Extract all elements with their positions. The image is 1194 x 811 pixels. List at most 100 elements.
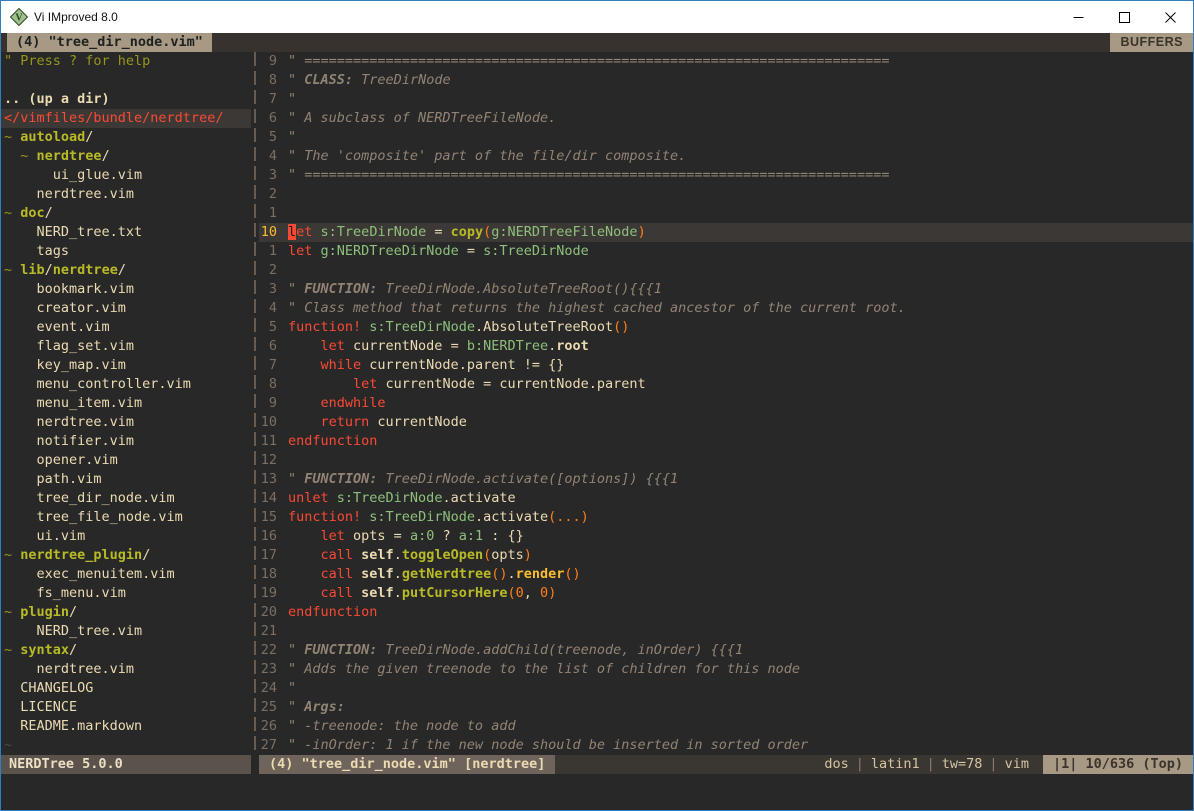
tree-row[interactable]: bookmark.vim xyxy=(1,280,251,299)
code-line[interactable]: 27" -inOrder: 1 if the new node should b… xyxy=(259,736,1193,755)
window-separator[interactable] xyxy=(251,52,259,755)
code-line[interactable]: 5" xyxy=(259,128,1193,147)
code-line[interactable]: 1let g:NERDTreeDirNode = s:TreeDirNode xyxy=(259,242,1193,261)
code-line[interactable]: 17 call self.toggleOpen(opts) xyxy=(259,546,1193,565)
code-line[interactable]: 8" CLASS: TreeDirNode xyxy=(259,71,1193,90)
code-line[interactable]: 5function! s:TreeDirNode.AbsoluteTreeRoo… xyxy=(259,318,1193,337)
code-line[interactable]: 4" Class method that returns the highest… xyxy=(259,299,1193,318)
code-line[interactable]: 14unlet s:TreeDirNode.activate xyxy=(259,489,1193,508)
code-text: call self.toggleOpen(opts) xyxy=(288,546,1193,565)
tree-row[interactable]: path.vim xyxy=(1,470,251,489)
code-line[interactable]: 9" =====================================… xyxy=(259,52,1193,71)
tree-row[interactable]: nerdtree.vim xyxy=(1,185,251,204)
tree-row[interactable]: event.vim xyxy=(1,318,251,337)
code-line[interactable]: 24" xyxy=(259,679,1193,698)
tree-row[interactable]: menu_item.vim xyxy=(1,394,251,413)
buffer-tabline: (4) "tree_dir_node.vim" BUFFERS xyxy=(1,33,1193,52)
close-button[interactable] xyxy=(1147,1,1193,33)
code-text: endwhile xyxy=(288,394,1193,413)
tree-row[interactable]: ui_glue.vim xyxy=(1,166,251,185)
code-line[interactable]: 19 call self.putCursorHere(0, 0) xyxy=(259,584,1193,603)
maximize-button[interactable] xyxy=(1101,1,1147,33)
tree-row[interactable]: key_map.vim xyxy=(1,356,251,375)
tree-row[interactable]: ~ lib/nerdtree/ xyxy=(1,261,251,280)
code-text: " -inOrder: 1 if the new node should be … xyxy=(288,736,1193,755)
code-line[interactable]: 12 xyxy=(259,451,1193,470)
tree-row[interactable]: nerdtree.vim xyxy=(1,660,251,679)
tree-row[interactable]: menu_controller.vim xyxy=(1,375,251,394)
code-text: " CLASS: TreeDirNode xyxy=(288,71,1193,90)
code-text: endfunction xyxy=(288,432,1193,451)
tree-row[interactable]: nerdtree.vim xyxy=(1,413,251,432)
tree-row[interactable]: fs_menu.vim xyxy=(1,584,251,603)
code-line[interactable]: 3" =====================================… xyxy=(259,166,1193,185)
tree-row[interactable]: NERD_tree.txt xyxy=(1,223,251,242)
code-text: call self.getNerdtree().render() xyxy=(288,565,1193,584)
tree-row[interactable]: ~ syntax/ xyxy=(1,641,251,660)
tree-row[interactable]: notifier.vim xyxy=(1,432,251,451)
code-line[interactable]: 25" Args: xyxy=(259,698,1193,717)
tree-row[interactable]: opener.vim xyxy=(1,451,251,470)
tree-row[interactable]: LICENCE xyxy=(1,698,251,717)
code-line[interactable]: 2 xyxy=(259,185,1193,204)
code-line[interactable]: 22" FUNCTION: TreeDirNode.addChild(treen… xyxy=(259,641,1193,660)
code-line[interactable]: 8 let currentNode = currentNode.parent xyxy=(259,375,1193,394)
vim-logo-icon: V xyxy=(10,8,28,26)
tree-row[interactable]: ~ plugin/ xyxy=(1,603,251,622)
tree-row[interactable]: ~ autoload/ xyxy=(1,128,251,147)
tree-row[interactable]: tags xyxy=(1,242,251,261)
command-line[interactable] xyxy=(1,774,1193,810)
tree-row[interactable] xyxy=(1,71,251,90)
tree-row[interactable]: creator.vim xyxy=(1,299,251,318)
statusline-filename: (4) "tree_dir_node.vim" [nerdtree] xyxy=(259,755,555,774)
code-line[interactable]: 15function! s:TreeDirNode.activate(...) xyxy=(259,508,1193,527)
code-line[interactable]: 9 endwhile xyxy=(259,394,1193,413)
tree-row[interactable]: tree_dir_node.vim xyxy=(1,489,251,508)
tree-row[interactable]: .. (up a dir) xyxy=(1,90,251,109)
code-line[interactable]: 6" A subclass of NERDTreeFileNode. xyxy=(259,109,1193,128)
code-line[interactable]: 3" FUNCTION: TreeDirNode.AbsoluteTreeRoo… xyxy=(259,280,1193,299)
line-number: 27 xyxy=(259,736,288,755)
tree-row[interactable]: ~ doc/ xyxy=(1,204,251,223)
tree-row[interactable]: NERD_tree.vim xyxy=(1,622,251,641)
svg-text:V: V xyxy=(15,13,23,24)
code-line[interactable]: 13" FUNCTION: TreeDirNode.activate([opti… xyxy=(259,470,1193,489)
tree-row[interactable]: README.markdown xyxy=(1,717,251,736)
code-line[interactable]: 7 while currentNode.parent != {} xyxy=(259,356,1193,375)
code-line[interactable]: 6 let currentNode = b:NERDTree.root xyxy=(259,337,1193,356)
line-number: 4 xyxy=(259,147,288,166)
tree-row[interactable]: ~ xyxy=(1,736,251,755)
code-line[interactable]: 26" -treenode: the node to add xyxy=(259,717,1193,736)
tree-row[interactable]: ~ nerdtree_plugin/ xyxy=(1,546,251,565)
tab-active-buffer[interactable]: (4) "tree_dir_node.vim" xyxy=(7,33,212,52)
line-number: 14 xyxy=(259,489,288,508)
code-line[interactable]: 1 xyxy=(259,204,1193,223)
tree-row[interactable]: CHANGELOG xyxy=(1,679,251,698)
statusline-position: |1| 10/636 (Top) xyxy=(1043,755,1193,774)
tree-row[interactable]: flag_set.vim xyxy=(1,337,251,356)
code-line-current[interactable]: 10let s:TreeDirNode = copy(g:NERDTreeFil… xyxy=(259,223,1193,242)
code-line[interactable]: 16 let opts = a:0 ? a:1 : {} xyxy=(259,527,1193,546)
tree-row[interactable]: tree_file_node.vim xyxy=(1,508,251,527)
tree-row[interactable]: exec_menuitem.vim xyxy=(1,565,251,584)
code-line[interactable]: 20endfunction xyxy=(259,603,1193,622)
code-line[interactable]: 2 xyxy=(259,261,1193,280)
tree-row[interactable]: ui.vim xyxy=(1,527,251,546)
code-line[interactable]: 7" xyxy=(259,90,1193,109)
tree-row[interactable]: </vimfiles/bundle/nerdtree/ xyxy=(1,109,251,128)
tree-row[interactable]: " Press ? for help xyxy=(1,52,251,71)
code-text xyxy=(288,451,1193,470)
titlebar: V Vi IMproved 8.0 xyxy=(1,1,1193,33)
line-number: 13 xyxy=(259,470,288,489)
code-line[interactable]: 10 return currentNode xyxy=(259,413,1193,432)
code-line[interactable]: 21 xyxy=(259,622,1193,641)
code-line[interactable]: 23" Adds the given treenode to the list … xyxy=(259,660,1193,679)
minimize-button[interactable] xyxy=(1055,1,1101,33)
tree-row[interactable]: ~ nerdtree/ xyxy=(1,147,251,166)
code-text: let currentNode = currentNode.parent xyxy=(288,375,1193,394)
code-line[interactable]: 18 call self.getNerdtree().render() xyxy=(259,565,1193,584)
code-text xyxy=(288,185,1193,204)
code-line[interactable]: 4" The 'composite' part of the file/dir … xyxy=(259,147,1193,166)
code-text: " FUNCTION: TreeDirNode.activate([option… xyxy=(288,470,1193,489)
code-line[interactable]: 11endfunction xyxy=(259,432,1193,451)
